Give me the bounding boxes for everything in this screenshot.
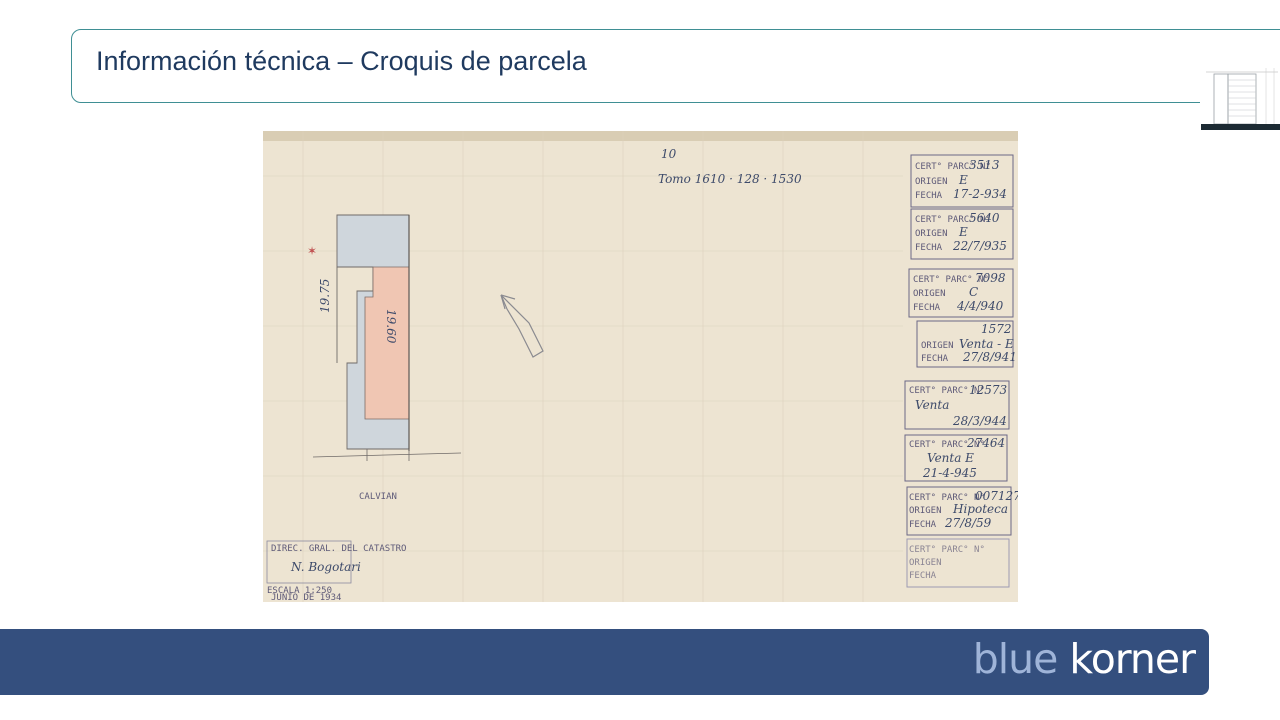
svg-text:✶: ✶: [307, 244, 317, 258]
svg-text:27464: 27464: [966, 436, 1005, 450]
svg-text:7098: 7098: [975, 271, 1006, 285]
svg-text:FECHA: FECHA: [909, 571, 937, 581]
page-number: 10: [661, 147, 677, 161]
svg-text:FECHA: FECHA: [921, 354, 949, 364]
header-note: Tomo 1610 · 128 · 1530: [658, 172, 802, 186]
svg-text:19.60: 19.60: [384, 309, 398, 344]
logo-word-blue: blue: [972, 635, 1070, 683]
svg-text:3513: 3513: [969, 158, 1000, 172]
svg-text:E: E: [958, 225, 968, 239]
svg-text:DIREC. GRAL. DEL CATASTRO: DIREC. GRAL. DEL CATASTRO: [271, 544, 406, 554]
footer-bar: blue korner: [0, 629, 1209, 695]
svg-text:17-2-934: 17-2-934: [953, 187, 1007, 201]
svg-text:19.75: 19.75: [318, 279, 332, 313]
bluekorner-logo: blue korner: [972, 635, 1196, 683]
svg-text:E: E: [958, 173, 968, 187]
svg-text:C: C: [969, 285, 978, 299]
svg-text:27/8/941: 27/8/941: [962, 350, 1017, 364]
slide-title-box: Información técnica – Croquis de parcela: [71, 29, 1280, 132]
svg-text:27/8/59: 27/8/59: [944, 516, 992, 530]
svg-text:JUNIO DE 1934: JUNIO DE 1934: [271, 593, 341, 602]
parcel-sketch-scan: 10 Tomo 1610 · 128 · 1530 ✶ 19.60 19.75 …: [263, 131, 1018, 602]
svg-text:ORIGEN: ORIGEN: [915, 229, 948, 239]
svg-text:21-4-945: 21-4-945: [922, 466, 977, 480]
svg-text:22/7/935: 22/7/935: [952, 239, 1007, 253]
building-plan-thumbnail: [1200, 66, 1280, 132]
svg-text:ORIGEN: ORIGEN: [915, 177, 948, 187]
svg-text:4/4/940: 4/4/940: [956, 299, 1004, 313]
svg-text:ORIGEN: ORIGEN: [909, 558, 942, 568]
svg-text:Hipoteca: Hipoteca: [952, 502, 1008, 516]
slide-title: Información técnica – Croquis de parcela: [96, 46, 587, 76]
svg-text:Venta E: Venta E: [927, 451, 974, 465]
svg-text:ORIGEN: ORIGEN: [921, 341, 954, 351]
svg-text:FECHA: FECHA: [913, 303, 941, 313]
logo-word-korner: korner: [1069, 635, 1196, 683]
street-name: CALVIAN: [359, 492, 397, 502]
svg-text:Venta - E: Venta - E: [959, 337, 1014, 351]
parcel-sketch-drawing: 10 Tomo 1610 · 128 · 1530 ✶ 19.60 19.75 …: [263, 131, 1018, 602]
svg-text:Venta: Venta: [915, 398, 949, 412]
svg-text:5640: 5640: [969, 211, 1000, 225]
svg-text:ORIGEN: ORIGEN: [913, 289, 946, 299]
svg-text:CERT° PARC° N°: CERT° PARC° N°: [909, 545, 985, 555]
svg-text:ORIGEN: ORIGEN: [909, 506, 942, 516]
svg-text:12573: 12573: [969, 383, 1008, 397]
svg-text:FECHA: FECHA: [909, 520, 937, 530]
svg-text:N. Bogotari: N. Bogotari: [290, 560, 361, 574]
svg-text:28/3/944: 28/3/944: [952, 414, 1007, 428]
svg-text:FECHA: FECHA: [915, 191, 943, 201]
svg-text:1572: 1572: [981, 322, 1012, 336]
svg-text:007127: 007127: [975, 489, 1018, 503]
svg-text:FECHA: FECHA: [915, 243, 943, 253]
